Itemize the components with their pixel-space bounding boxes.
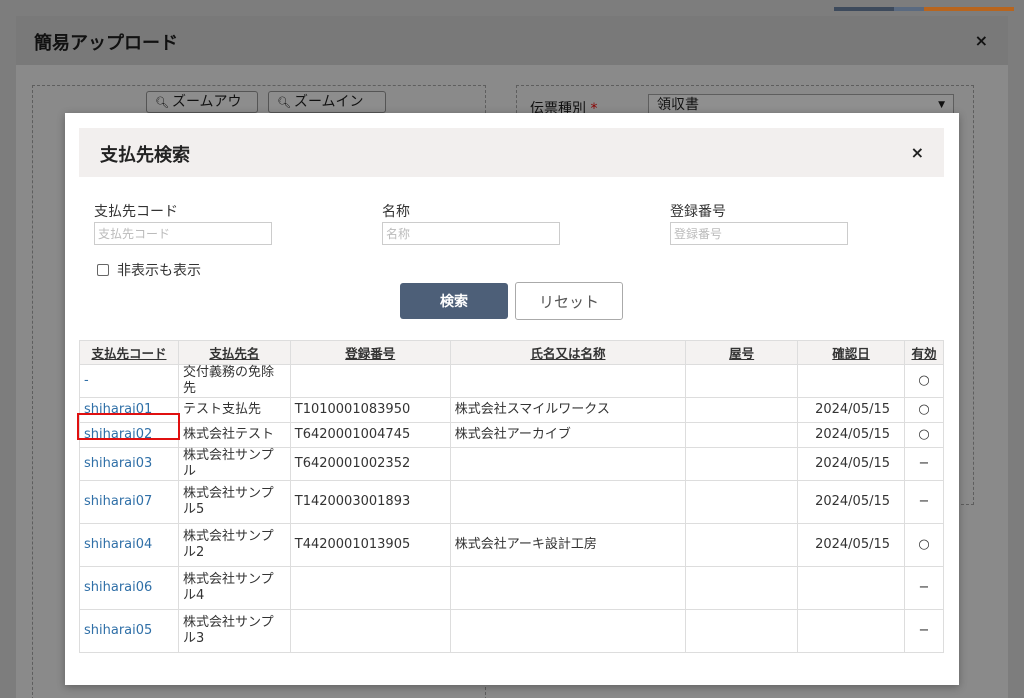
trade-name-cell	[685, 523, 799, 567]
table-row[interactable]: shiharai01 テスト支払先 T1010001083950 株式会社スマイ…	[79, 397, 944, 423]
zoom-out-button[interactable]: 🔍︎ズームアウト	[146, 91, 258, 131]
registration-cell: T4420001013905	[289, 523, 451, 567]
show-hidden-option[interactable]: 非表示も表示	[97, 260, 201, 280]
registration-cell	[289, 566, 451, 610]
background-topbar	[834, 0, 1024, 11]
fullname-cell	[449, 447, 687, 481]
valid-cell: ○	[904, 364, 944, 398]
confirmed-date-cell: 2024/05/15	[797, 480, 906, 524]
table-row[interactable]: - 交付義務の免除先 ○	[79, 364, 944, 398]
payee-name-cell: 株式会社サンプル4	[177, 566, 291, 610]
show-hidden-checkbox[interactable]	[97, 264, 109, 276]
column-header-fullname[interactable]: 氏名又は名称	[449, 340, 687, 365]
payee-search-close-icon[interactable]: ×	[911, 143, 924, 162]
confirmed-date-cell: 2024/05/15	[797, 523, 906, 567]
payee-code-link[interactable]: shiharai01	[79, 397, 179, 423]
confirmed-date-cell: 2024/05/15	[797, 422, 906, 448]
payee-code-link[interactable]: shiharai07	[79, 480, 179, 524]
column-header-valid[interactable]: 有効	[904, 340, 944, 365]
registration-cell: T6420001002352	[289, 447, 451, 481]
payee-name-label: 名称	[382, 204, 410, 220]
payee-code-link[interactable]: shiharai04	[79, 523, 179, 567]
payee-code-link[interactable]: shiharai02	[79, 422, 179, 448]
registration-cell: T6420001004745	[289, 422, 451, 448]
payee-name-cell: テスト支払先	[177, 397, 291, 423]
trade-name-cell	[685, 364, 799, 398]
show-hidden-label: 非表示も表示	[117, 263, 201, 279]
payee-code-link[interactable]: shiharai05	[79, 609, 179, 653]
payee-name-cell: 株式会社サンプル2	[177, 523, 291, 567]
table-row[interactable]: shiharai05 株式会社サンプル3 −	[79, 609, 944, 653]
table-row[interactable]: shiharai07 株式会社サンプル5 T1420003001893 2024…	[79, 480, 944, 524]
column-header-code[interactable]: 支払先コード	[79, 340, 179, 365]
trade-name-cell	[685, 397, 799, 423]
registration-cell	[289, 609, 451, 653]
dropdown-arrow-icon: ▼	[938, 100, 945, 110]
valid-cell: −	[904, 609, 944, 653]
simple-upload-header: 簡易アップロード ×	[16, 16, 1008, 65]
valid-cell: −	[904, 480, 944, 524]
payee-code-link[interactable]: shiharai06	[79, 566, 179, 610]
valid-cell: ○	[904, 523, 944, 567]
trade-name-cell	[685, 566, 799, 610]
table-header-row: 支払先コード 支払先名 登録番号 氏名又は名称 屋号 確認日 有効	[79, 340, 944, 365]
trade-name-cell	[685, 480, 799, 524]
fullname-cell	[449, 480, 687, 524]
magnifier-icon: 🔍︎	[277, 96, 291, 109]
column-header-registration[interactable]: 登録番号	[289, 340, 451, 365]
table-row[interactable]: shiharai04 株式会社サンプル2 T4420001013905 株式会社…	[79, 523, 944, 567]
valid-cell: −	[904, 566, 944, 610]
payee-name-cell: 株式会社サンプル3	[177, 609, 291, 653]
valid-cell: ○	[904, 397, 944, 423]
table-row[interactable]: shiharai02 株式会社テスト T6420001004745 株式会社アー…	[79, 422, 944, 448]
payee-code-link[interactable]: -	[79, 364, 179, 398]
fullname-cell	[449, 609, 687, 653]
payee-search-modal: 支払先検索 × 支払先コード 名称 登録番号 非表示も表示 検索 リセット 支払…	[65, 113, 959, 685]
column-header-confirmed-date[interactable]: 確認日	[797, 340, 906, 365]
registration-cell: T1010001083950	[289, 397, 451, 423]
confirmed-date-cell: 2024/05/15	[797, 447, 906, 481]
magnifier-icon: 🔍︎	[155, 96, 169, 109]
table-row[interactable]: shiharai06 株式会社サンプル4 −	[79, 566, 944, 610]
registration-cell: T1420003001893	[289, 480, 451, 524]
fullname-cell: 株式会社スマイルワークス	[449, 397, 687, 423]
registration-number-label: 登録番号	[670, 204, 726, 220]
valid-cell: −	[904, 447, 944, 481]
confirmed-date-cell	[797, 364, 906, 398]
payee-name-cell: 株式会社サンプル	[177, 447, 291, 481]
payee-name-cell: 交付義務の免除先	[177, 364, 291, 398]
payee-name-cell: 株式会社サンプル5	[177, 480, 291, 524]
fullname-cell: 株式会社アーカイブ	[449, 422, 687, 448]
valid-cell: ○	[904, 422, 944, 448]
payee-results-table: 支払先コード 支払先名 登録番号 氏名又は名称 屋号 確認日 有効 - 交付義務…	[79, 340, 944, 653]
payee-name-cell: 株式会社テスト	[177, 422, 291, 448]
payee-code-label: 支払先コード	[94, 204, 178, 220]
zoom-in-label: ズームイン	[293, 94, 364, 110]
confirmed-date-cell	[797, 609, 906, 653]
payee-code-input[interactable]	[94, 222, 272, 245]
simple-upload-title: 簡易アップロード	[34, 33, 178, 54]
fullname-cell	[449, 364, 687, 398]
payee-code-link[interactable]: shiharai03	[79, 447, 179, 481]
trade-name-cell	[685, 422, 799, 448]
column-header-name[interactable]: 支払先名	[177, 340, 291, 365]
column-header-trade-name[interactable]: 屋号	[685, 340, 799, 365]
fullname-cell	[449, 566, 687, 610]
trade-name-cell	[685, 447, 799, 481]
confirmed-date-cell: 2024/05/15	[797, 397, 906, 423]
registration-number-input[interactable]	[670, 222, 848, 245]
search-button[interactable]: 検索	[400, 283, 508, 319]
payee-search-title: 支払先検索	[100, 145, 190, 166]
payee-search-header: 支払先検索 ×	[79, 128, 944, 177]
trade-name-cell	[685, 609, 799, 653]
table-row[interactable]: shiharai03 株式会社サンプル T6420001002352 2024/…	[79, 447, 944, 481]
confirmed-date-cell	[797, 566, 906, 610]
simple-upload-close-icon[interactable]: ×	[975, 31, 988, 50]
zoom-in-button[interactable]: 🔍︎ ズームイン	[268, 91, 386, 113]
payee-name-input[interactable]	[382, 222, 560, 245]
reset-button[interactable]: リセット	[515, 282, 623, 320]
registration-cell	[289, 364, 451, 398]
fullname-cell: 株式会社アーキ設計工房	[449, 523, 687, 567]
